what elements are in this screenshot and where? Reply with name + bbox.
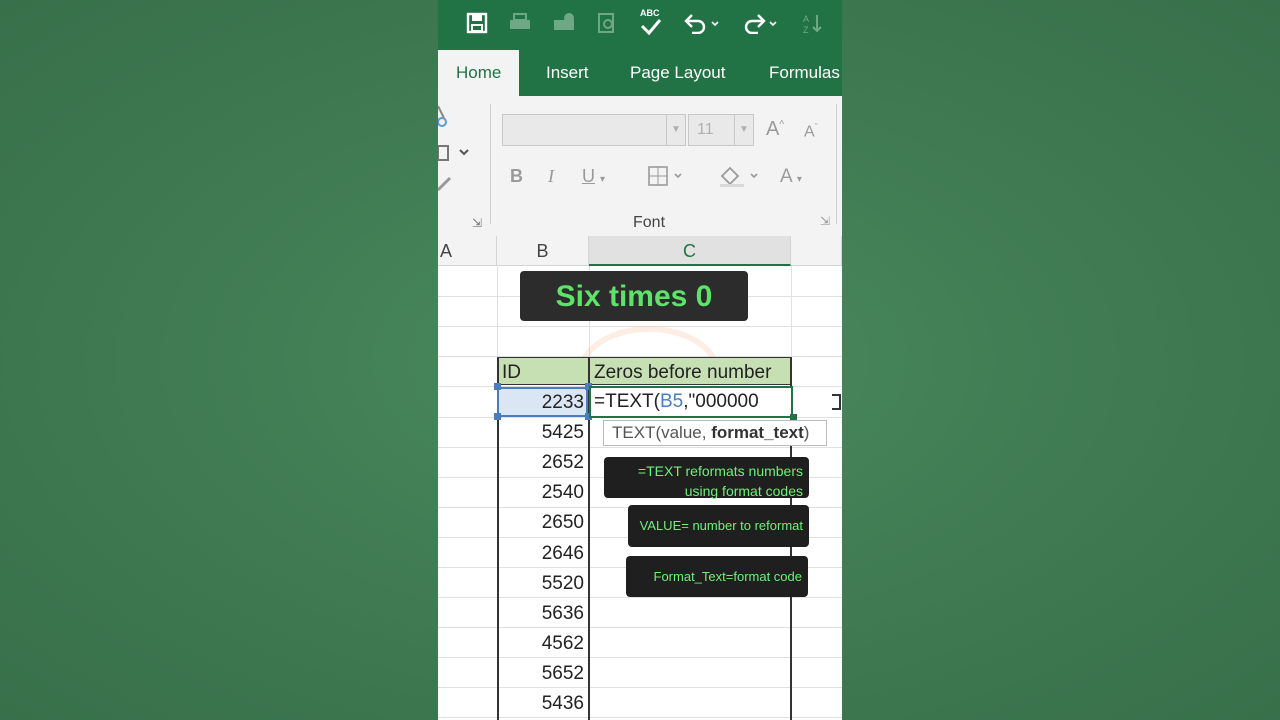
note-line: Format_Text=format code (653, 569, 802, 584)
group-separator (836, 104, 837, 224)
id-cell[interactable]: 2650 (497, 508, 588, 538)
note-text-function: =TEXT reformats numbers using format cod… (604, 457, 809, 499)
shrink-font-label: A (804, 123, 815, 141)
id-cell[interactable]: 5652 (497, 659, 588, 689)
function-tooltip[interactable]: TEXT(value, format_text) (603, 420, 827, 446)
id-cell[interactable]: 5520 (497, 569, 588, 599)
tab-formulas[interactable]: Formulas (769, 50, 840, 96)
cursor-icon (830, 391, 842, 419)
borders-icon[interactable] (648, 166, 688, 191)
column-header-b[interactable]: B (497, 236, 589, 266)
header-cell-id[interactable]: ID (497, 357, 590, 385)
font-name-box[interactable]: ▼ (502, 114, 686, 146)
column-header-a[interactable]: A (438, 236, 497, 266)
svg-text:Z: Z (803, 25, 809, 34)
bold-button[interactable]: B (510, 166, 523, 187)
note-format-arg: Format_Text=format code (626, 556, 808, 597)
tab-home[interactable]: Home (438, 50, 520, 96)
formula-suffix: ,"000000 (683, 391, 759, 412)
svg-text:A: A (803, 14, 809, 24)
id-cell[interactable]: 5436 (497, 689, 588, 719)
share-icon[interactable] (552, 12, 576, 38)
chevron-down-icon: ▼ (734, 115, 753, 145)
fill-color-icon[interactable] (718, 164, 764, 193)
id-cell[interactable]: 5425 (497, 418, 588, 448)
chevron-down-icon: ▼ (666, 115, 685, 145)
cut-icon[interactable] (438, 105, 452, 133)
preview-icon[interactable] (596, 12, 618, 38)
grow-font-label: A (766, 118, 780, 140)
font-launcher-icon[interactable]: ⇲ (820, 214, 830, 228)
group-separator (490, 104, 491, 224)
tooltip-func: TEXT(value, (612, 423, 712, 442)
formula-edit-cell[interactable]: =TEXT(B5,"000000 (589, 386, 793, 418)
font-color-icon[interactable]: A ▾ (780, 166, 802, 188)
save-icon[interactable] (466, 12, 488, 38)
italic-button[interactable]: I (548, 166, 554, 187)
ribbon-tabs: Home Insert Page Layout Formulas (438, 50, 842, 96)
print-icon[interactable] (508, 12, 532, 38)
grow-font-icon[interactable]: A^ (766, 118, 784, 141)
header-cell-zeros[interactable]: Zeros before number (589, 357, 792, 385)
format-painter-icon[interactable] (438, 176, 452, 197)
column-header-d[interactable] (791, 236, 842, 266)
shrink-font-icon[interactable]: Aˇ (804, 122, 818, 141)
note-value-arg: VALUE= number to reformat (628, 505, 809, 547)
redo-icon[interactable] (740, 12, 780, 38)
quick-access-toolbar: ABC AZ (438, 0, 842, 50)
tooltip-close: ) (803, 423, 810, 442)
spellcheck-label: ABC (640, 8, 660, 18)
ribbon-home: ⇲ ▼ 11 ▼ A^ Aˇ B I U ▾ A ▾ Font ⇲ (438, 96, 842, 237)
tab-page-layout[interactable]: Page Layout (630, 50, 725, 96)
font-color-label: A (780, 166, 792, 187)
id-cell[interactable]: 2540 (497, 478, 588, 508)
formula-cell-ref: B5 (659, 391, 684, 412)
excel-screen: ABC AZ Home Insert Page Layout Formulas … (438, 0, 842, 720)
tooltip-arg: format_text (711, 423, 804, 442)
id-cell[interactable]: 2652 (497, 448, 588, 478)
note-line: VALUE= number to reformat (639, 518, 803, 533)
note-line: using format codes (684, 483, 803, 499)
sort-icon[interactable]: AZ (802, 12, 824, 38)
underline-button[interactable]: U ▾ (582, 166, 605, 187)
id-cell[interactable]: 4562 (497, 629, 588, 659)
formula-prefix: =TEXT( (594, 391, 660, 412)
spellcheck-icon[interactable]: ABC (640, 8, 662, 36)
clipboard-launcher-icon[interactable]: ⇲ (472, 216, 482, 230)
column-header-c[interactable]: C (589, 236, 791, 266)
note-line: =TEXT reformats numbers (637, 463, 803, 479)
font-group-label: Font (633, 214, 666, 231)
id-cell[interactable]: 2646 (497, 539, 588, 569)
id-cell[interactable]: 5636 (497, 599, 588, 629)
overlay-title: Six times 0 (520, 271, 748, 321)
font-size-box[interactable]: 11 ▼ (688, 114, 754, 146)
copy-icon[interactable] (438, 142, 472, 169)
undo-icon[interactable] (682, 12, 722, 38)
underline-label: U (582, 166, 595, 186)
id-cell[interactable]: 2233 (497, 388, 588, 418)
tab-insert[interactable]: Insert (546, 50, 589, 96)
font-size-value: 11 (697, 121, 714, 138)
